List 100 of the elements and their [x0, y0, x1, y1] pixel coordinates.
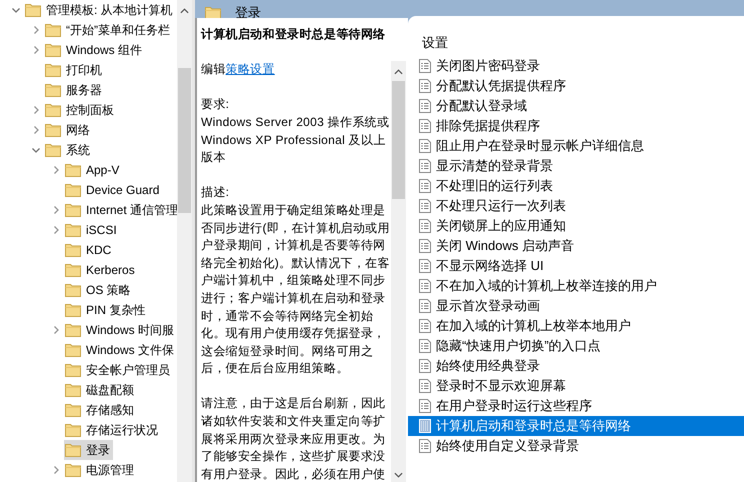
tree-item[interactable]: 打印机	[44, 60, 105, 80]
policy-icon	[419, 259, 431, 273]
column-heading[interactable]: 设置	[408, 34, 744, 56]
tree-item[interactable]: 系统	[44, 140, 93, 160]
tree-item[interactable]: 存储运行状况	[64, 420, 161, 440]
chevron-right-icon[interactable]	[31, 125, 41, 135]
edit-label: 编辑	[201, 62, 226, 76]
policy-icon	[419, 439, 431, 453]
chevron-right-icon[interactable]	[51, 205, 61, 215]
chevron-right-icon[interactable]	[51, 325, 61, 335]
setting-item[interactable]: 在加入域的计算机上枚举本地用户	[408, 316, 744, 336]
tree-item[interactable]: 控制面板	[44, 100, 117, 120]
folder-icon	[25, 3, 41, 17]
setting-item[interactable]: 不显示网络选择 UI	[408, 256, 744, 276]
chevron-down-icon[interactable]	[11, 5, 21, 15]
scroll-up-icon[interactable]	[394, 69, 403, 75]
tree-item[interactable]: “开始”菜单和任务栏	[44, 20, 173, 40]
tree-item[interactable]: PIN 复杂性	[64, 300, 148, 320]
chevron-right-icon[interactable]	[51, 225, 61, 235]
description-paragraph: 请注意，由于这是后台刷新，因此诸如软件安装和文件夹重定向等扩展将采用两次登录来应用更改。为了能够安全操作，这些扩展要求没有用户登录。因此，必须在用户使	[201, 395, 386, 482]
policy-icon	[419, 399, 431, 413]
setting-item[interactable]: 不处理旧的运行列表	[408, 176, 744, 196]
tree-item[interactable]: App-V	[64, 160, 122, 180]
tree-item[interactable]: 管理模板: 从本地计算机	[24, 0, 176, 20]
tree-item[interactable]: iSCSI	[64, 220, 120, 240]
setting-item[interactable]: 显示首次登录动画	[408, 296, 744, 316]
policy-icon	[419, 219, 431, 233]
folder-icon	[65, 263, 81, 277]
policy-icon	[419, 379, 431, 393]
scrollbar[interactable]	[391, 61, 406, 482]
chevron-down-icon[interactable]	[31, 145, 41, 155]
setting-item[interactable]: 显示清楚的登录背景	[408, 156, 744, 176]
tree-item[interactable]: Device Guard	[64, 180, 162, 200]
tree-item[interactable]: 磁盘配额	[64, 380, 137, 400]
tree-item[interactable]: KDC	[64, 240, 114, 260]
scroll-up-icon[interactable]	[180, 8, 189, 14]
folder-icon	[65, 183, 81, 197]
setting-item[interactable]: 关闭图片密码登录	[408, 56, 744, 76]
folder-icon	[65, 303, 81, 317]
policy-icon	[419, 79, 431, 93]
setting-item[interactable]: 分配默认凭据提供程序	[408, 76, 744, 96]
policy-icon	[419, 119, 431, 133]
chevron-right-icon[interactable]	[31, 25, 41, 35]
tree-item[interactable]: 登录	[64, 440, 113, 460]
requirements-text: Windows Server 2003 操作系统或 Windows XP Professional 及以上版本	[201, 114, 390, 166]
folder-icon	[205, 6, 221, 20]
folder-icon	[65, 463, 81, 477]
policy-icon	[419, 59, 431, 73]
policy-icon	[419, 419, 431, 433]
setting-item[interactable]: 关闭锁屏上的应用通知	[408, 216, 744, 236]
setting-item[interactable]: 始终使用自定义登录背景	[408, 436, 744, 456]
setting-item[interactable]: 不处理只运行一次列表	[408, 196, 744, 216]
folder-icon	[65, 383, 81, 397]
folder-icon	[65, 343, 81, 357]
tree-item[interactable]: Windows 文件保	[64, 340, 177, 360]
setting-item[interactable]: 排除凭据提供程序	[408, 116, 744, 136]
policy-icon	[419, 199, 431, 213]
setting-item[interactable]: 计算机启动和登录时总是等待网络	[408, 416, 744, 436]
tree-item[interactable]: Windows 组件	[44, 40, 146, 60]
chevron-right-icon[interactable]	[31, 105, 41, 115]
setting-item[interactable]: 在用户登录时运行这些程序	[408, 396, 744, 416]
folder-icon	[65, 163, 81, 177]
chevron-right-icon[interactable]	[51, 165, 61, 175]
description-paragraph: 此策略设置用于确定组策略处理是否同步进行(即，在计算机启动或用户登录期间，计算机是否要等待网络完全初始化)。默认情况下，在客户端计算机中，组策略处理不同步进行；客户端计算机在启动和登录时，通常不会等待网络完全初始化。现有用户使用缓存凭据登录，这会缩短登录时间。网络可用之后，便在后台应用组策略。	[201, 202, 391, 378]
setting-item[interactable]: 登录时不显示欢迎屏幕	[408, 376, 744, 396]
policy-settings-link[interactable]: 策略设置	[226, 62, 275, 76]
setting-item[interactable]: 不在加入域的计算机上枚举连接的用户	[408, 276, 744, 296]
tree-item[interactable]: 安全帐户管理员	[64, 360, 173, 380]
folder-icon	[45, 63, 61, 77]
setting-item[interactable]: 关闭 Windows 启动声音	[408, 236, 744, 256]
folder-icon	[65, 403, 81, 417]
tree-item[interactable]: 存储感知	[64, 400, 137, 420]
scrollbar[interactable]	[177, 0, 192, 482]
scroll-down-icon[interactable]	[394, 472, 403, 478]
tree-item[interactable]: OS 策略	[64, 280, 134, 300]
folder-icon	[65, 203, 81, 217]
tree-item[interactable]: 网络	[44, 120, 93, 140]
scrollbar-thumb[interactable]	[178, 68, 191, 213]
setting-item[interactable]: 分配默认登录域	[408, 96, 744, 116]
folder-icon	[65, 243, 81, 257]
policy-icon	[419, 279, 431, 293]
tree-item[interactable]: Kerberos	[64, 260, 138, 280]
policy-icon	[419, 99, 431, 113]
folder-icon	[45, 123, 61, 137]
folder-icon	[45, 83, 61, 97]
setting-item[interactable]: 阻止用户在登录时显示帐户详细信息	[408, 136, 744, 156]
policy-icon	[419, 139, 431, 153]
folder-icon	[45, 43, 61, 57]
chevron-right-icon[interactable]	[51, 465, 61, 475]
tree-item[interactable]: Windows 时间服	[64, 320, 177, 340]
policy-title: 计算机启动和登录时总是等待网络	[201, 26, 386, 43]
chevron-right-icon[interactable]	[31, 45, 41, 55]
setting-item[interactable]: 始终使用经典登录	[408, 356, 744, 376]
requirements-label: 要求:	[201, 96, 230, 114]
folder-icon	[45, 143, 61, 157]
scrollbar-thumb[interactable]	[392, 81, 405, 199]
tree-item[interactable]: 服务器	[44, 80, 105, 100]
tree-item[interactable]: 电源管理	[64, 460, 137, 480]
folder-icon	[65, 283, 81, 297]
setting-item[interactable]: 隐藏“快速用户切换”的入口点	[408, 336, 744, 356]
